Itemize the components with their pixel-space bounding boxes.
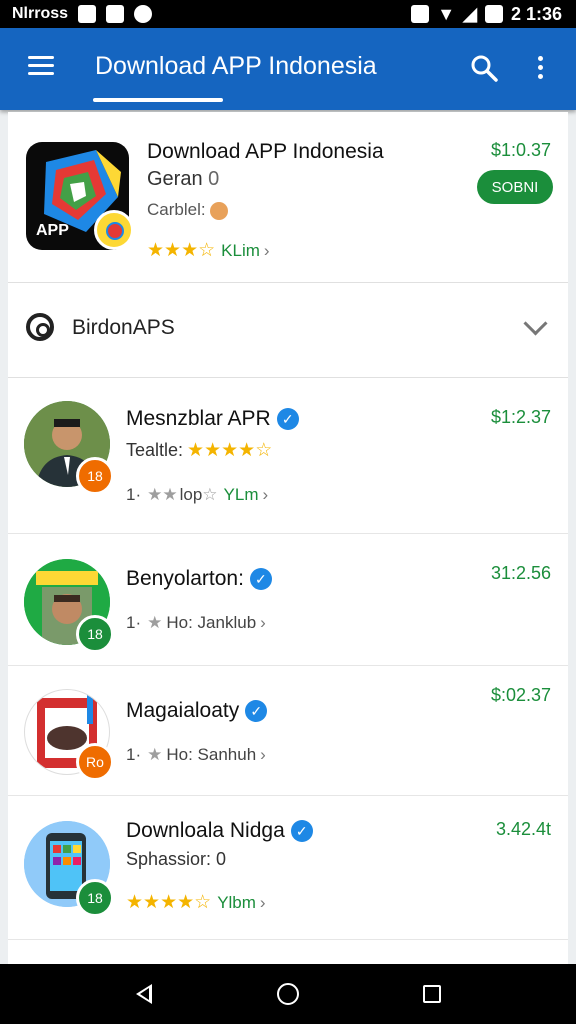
row-sub: Tealtle:: [126, 440, 184, 460]
row-title[interactable]: Downloala Nidga: [126, 819, 285, 842]
back-icon[interactable]: [136, 984, 152, 1004]
list-item[interactable]: 18 Benyolarton: ✓ 1· ★ Ho: Janklub › 31:2…: [8, 533, 568, 666]
chevron-right-icon: ›: [260, 745, 266, 764]
install-button[interactable]: SOBNI: [477, 170, 553, 204]
app-list-card: APP Download APP Indonesia Geran 0 Carbl…: [8, 112, 568, 964]
row-meta-prefix: 1·: [126, 613, 142, 632]
chevron-right-icon: ›: [260, 613, 266, 632]
gear-icon: [26, 313, 54, 341]
row-meta-text: lop: [179, 485, 203, 504]
row-rating[interactable]: 1· ★★ lop ☆ YLm ›: [126, 485, 268, 505]
featured-rating-label: KLim: [221, 240, 260, 260]
featured-price: $1:0.37: [490, 140, 551, 160]
section-label: BirdonAPS: [72, 316, 175, 339]
star-icon: ★★★★: [126, 892, 195, 913]
more-vert-icon[interactable]: [536, 56, 546, 82]
hamburger-icon[interactable]: [28, 56, 54, 76]
clock: 2 1:36: [510, 3, 562, 24]
avatar-badge: 18: [76, 879, 114, 917]
row-sub: Sphassior: 0: [126, 849, 227, 869]
chevron-right-icon: ›: [263, 240, 270, 260]
row-title[interactable]: Magaialoaty: [126, 699, 239, 722]
bag-icon: [106, 5, 125, 23]
half-star-icon: ☆: [255, 440, 273, 461]
row-meta-text: Ho: Sanhuh: [166, 745, 257, 764]
row-rating-label: YLm: [223, 485, 259, 504]
row-price: $:02.37: [490, 685, 551, 705]
star-outline-icon: ☆: [202, 485, 218, 504]
mute-icon: [411, 5, 430, 23]
tag-icon: [210, 201, 229, 220]
featured-rating[interactable]: ★★★ ☆ KLim ›: [147, 239, 270, 262]
avatar-badge: 18: [76, 457, 114, 495]
chevron-right-icon: ›: [262, 485, 269, 504]
row-sub-line: Tealtle: ★★★★ ☆: [126, 439, 272, 462]
sync-icon: [134, 5, 153, 23]
featured-category-line: Carblel:: [147, 200, 229, 220]
signal-icon: ◢: [463, 3, 477, 24]
list-item[interactable]: Ro Magaialoaty ✓ 1· ★ Ho: Sanhuh › $:02.3…: [8, 665, 568, 796]
row-rating[interactable]: ★★★★ ☆ Ylbm ›: [126, 891, 266, 914]
search-icon[interactable]: [470, 54, 498, 82]
half-star-icon: ☆: [198, 240, 216, 261]
featured-icon-label: APP: [36, 222, 69, 239]
chevron-down-icon[interactable]: [523, 311, 548, 336]
chrome-badge-icon: [94, 210, 134, 250]
list-item[interactable]: 18 Downloala Nidga ✓ Sphassior: 0 ★★★★ ☆ Y…: [8, 795, 568, 940]
featured-title[interactable]: Download APP Indonesia: [147, 140, 384, 164]
star-icon: ★★★: [147, 240, 199, 261]
featured-app[interactable]: APP Download APP Indonesia Geran 0 Carbl…: [8, 112, 568, 283]
row-title-line: Mesnzblar APR ✓: [126, 407, 299, 431]
featured-subtitle-extra: 0: [208, 168, 220, 190]
avatar-badge: Ro: [76, 743, 114, 781]
row-rating-label: Ylbm: [217, 892, 256, 912]
carrier-label: Nlrross: [12, 5, 69, 22]
row-price: 3.42.4t: [495, 819, 551, 839]
system-nav-bar: [0, 964, 576, 1024]
chevron-right-icon: ›: [259, 892, 266, 912]
row-title-line: Benyolarton: ✓: [126, 567, 272, 591]
verified-icon: ✓: [290, 820, 313, 843]
home-icon[interactable]: [277, 983, 299, 1005]
row-title-line: Downloala Nidga ✓: [126, 819, 313, 843]
featured-subtitle-line: Geran 0: [147, 168, 219, 191]
star-icon: ★: [147, 613, 163, 632]
featured-category: Carblel:: [147, 200, 206, 219]
row-price: $1:2.37: [490, 407, 551, 427]
star-icon: ★: [147, 745, 163, 764]
verified-icon: ✓: [245, 700, 268, 723]
tab-indicator: [93, 98, 223, 102]
row-rating[interactable]: 1· ★ Ho: Sanhuh ›: [126, 745, 266, 765]
row-title-line: Magaialoaty ✓: [126, 699, 268, 723]
verified-icon: ✓: [249, 568, 272, 591]
wifi-icon: ▼: [437, 3, 456, 24]
row-meta-prefix: 1·: [126, 745, 142, 764]
row-meta-prefix: 1·: [126, 485, 142, 504]
half-star-icon: ☆: [194, 892, 212, 913]
app-bar: Download APP Indonesia: [0, 28, 576, 110]
row-title[interactable]: Mesnzblar APR: [126, 407, 271, 430]
row-price: 31:2.56: [490, 563, 551, 583]
star-icon: ★★: [147, 485, 178, 504]
recents-icon[interactable]: [423, 985, 441, 1003]
avatar-badge: 18: [76, 615, 114, 653]
battery-icon: [484, 5, 503, 23]
verified-icon: ✓: [276, 408, 299, 431]
row-meta-text: Ho: Janklub: [166, 613, 257, 632]
status-bar: Nlrross ▼ ◢ 2 1:36: [0, 0, 576, 28]
app-bar-title[interactable]: Download APP Indonesia: [95, 52, 377, 81]
list-item[interactable]: 18 Mesnzblar APR ✓ Tealtle: ★★★★ ☆ 1· ★★ l…: [8, 377, 568, 534]
star-icon: ★★★★: [187, 440, 256, 461]
row-title[interactable]: Benyolarton:: [126, 567, 244, 590]
featured-subtitle: Geran: [147, 168, 203, 190]
gallery-icon: [78, 5, 97, 23]
section-header[interactable]: BirdonAPS: [8, 283, 568, 378]
row-rating[interactable]: 1· ★ Ho: Janklub ›: [126, 613, 266, 633]
